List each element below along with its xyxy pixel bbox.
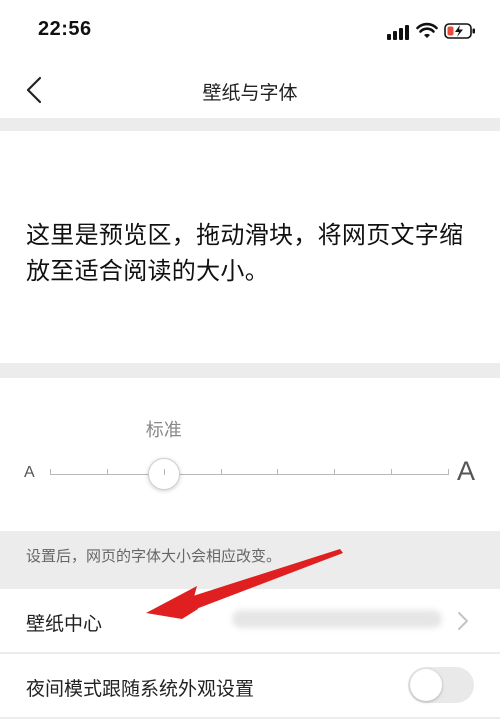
preview-area: 这里是预览区，拖动滑块，将网页文字缩放至适合阅读的大小。 [0,131,500,363]
font-size-slider-track[interactable] [50,474,448,475]
wallpaper-center-label: 壁纸中心 [26,613,103,635]
battery-charging-icon [444,23,475,39]
preview-text: 这里是预览区，拖动滑块，将网页文字缩放至适合阅读的大小。 [26,221,464,285]
slider-tick [277,469,279,475]
slider-tick [50,469,51,475]
status-bar: 22:56 [0,0,500,62]
slider-tick [220,469,222,475]
large-text-icon: A [457,456,476,486]
wifi-icon [416,22,438,38]
status-time: 22:56 [38,18,92,40]
toggle-knob [410,669,442,701]
font-size-level-label: 标准 [145,420,182,441]
chevron-right-icon [458,612,468,630]
night-mode-label: 夜间模式跟随系统外观设置 [26,678,255,700]
wallpaper-center-value-blurred [232,610,442,628]
small-text-icon: A [24,464,35,481]
slider-tick [391,469,393,475]
font-size-section: 标准 A A [0,378,500,531]
night-mode-row: 夜间模式跟随系统外观设置 [0,654,500,717]
wallpaper-center-row[interactable]: 壁纸中心 [0,589,500,652]
font-size-hint: 设置后，网页的字体大小会相应改变。 [26,547,282,565]
night-mode-toggle[interactable] [408,667,474,703]
slider-tick [163,469,165,475]
slider-tick [334,469,336,475]
page-title: 壁纸与字体 [202,82,298,104]
slider-tick [106,469,108,475]
slider-tick [448,469,449,475]
signal-icon [387,25,409,40]
nav-bar: 壁纸与字体 [0,62,500,118]
